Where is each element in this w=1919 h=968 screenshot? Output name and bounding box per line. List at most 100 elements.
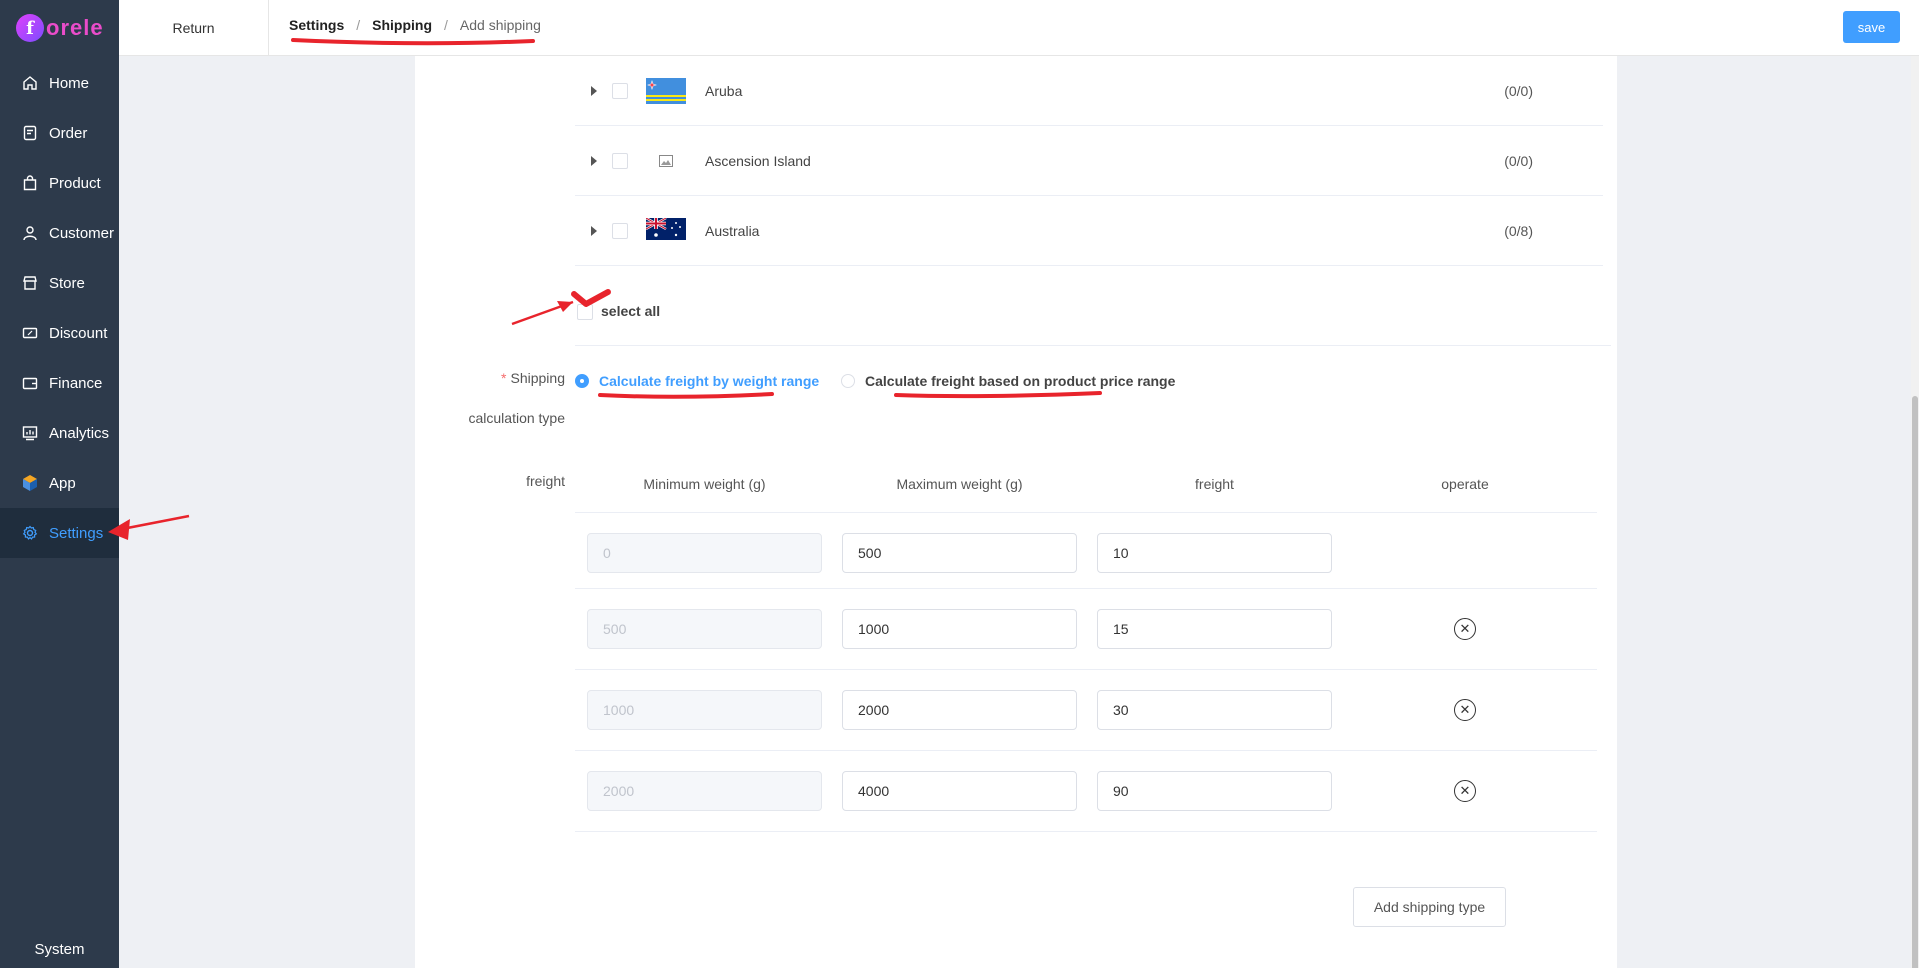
country-row: Australia (0/8): [575, 196, 1603, 266]
sidebar-item-product[interactable]: Product: [0, 158, 119, 208]
country-row: Ascension Island (0/0): [575, 126, 1603, 196]
breadcrumb: Settings / Shipping / Add shipping: [289, 17, 541, 33]
max-weight-input[interactable]: 1000: [842, 609, 1077, 649]
return-button[interactable]: Return: [119, 0, 269, 56]
main-panel: Aruba (0/0) Ascension Island (0/0) Austr…: [415, 56, 1617, 968]
select-all-checkbox[interactable]: [577, 304, 593, 320]
breadcrumb-settings[interactable]: Settings: [289, 17, 344, 33]
breadcrumb-current: Add shipping: [459, 17, 541, 33]
sidebar-item-label: App: [49, 474, 76, 492]
sidebar-item-settings[interactable]: Settings: [0, 508, 119, 558]
sidebar-item-label: Analytics: [49, 424, 110, 442]
column-freight: freight: [1195, 476, 1234, 492]
sidebar-item-discount[interactable]: Discount: [0, 308, 119, 358]
required-mark: *: [501, 370, 507, 386]
shipping-calc-label-line1: Shipping: [510, 370, 566, 386]
sidebar-nav: Home Order Product Customer Store Discou…: [0, 58, 119, 558]
min-weight-input: 500: [587, 609, 822, 649]
freight-input[interactable]: 30: [1097, 690, 1332, 730]
logo-text: orele: [46, 15, 104, 40]
shipping-calc-label: * Shipping: [415, 370, 565, 386]
freight-label: freight: [526, 473, 565, 489]
country-row: Aruba (0/0): [575, 56, 1603, 126]
sidebar-item-analytics[interactable]: Analytics: [0, 408, 119, 458]
max-weight-input[interactable]: 500: [842, 533, 1077, 573]
country-count: (0/0): [1504, 82, 1533, 99]
order-icon: [20, 123, 40, 143]
sidebar-item-label: Settings: [49, 524, 104, 542]
country-name: Ascension Island: [705, 152, 811, 169]
country-count: (0/8): [1504, 222, 1533, 239]
row-divider: [575, 669, 1597, 670]
country-checkbox[interactable]: [612, 82, 628, 99]
logo-mark: f: [16, 14, 44, 42]
sidebar-item-label: Finance: [49, 374, 103, 392]
expand-arrow-icon[interactable]: [591, 225, 597, 236]
sidebar-item-label: Discount: [49, 324, 108, 342]
australia-flag: [645, 216, 686, 244]
country-checkbox[interactable]: [612, 222, 628, 239]
freight-input[interactable]: 10: [1097, 533, 1332, 573]
scrollbar-thumb[interactable]: [1912, 396, 1918, 968]
delete-row-icon[interactable]: ✕: [1454, 618, 1476, 640]
page-scrollbar[interactable]: [1911, 56, 1919, 968]
sidebar-item-customer[interactable]: Customer: [0, 208, 119, 258]
app-logo[interactable]: f orele: [0, 0, 119, 56]
row-divider: [575, 831, 1597, 832]
breadcrumb-separator: /: [444, 17, 448, 33]
expand-arrow-icon[interactable]: [591, 85, 597, 96]
min-weight-input: 0: [587, 533, 822, 573]
add-shipping-type-button[interactable]: Add shipping type: [1353, 887, 1506, 927]
expand-arrow-icon[interactable]: [591, 155, 597, 166]
radio-label: Calculate freight based on product price…: [865, 373, 1176, 389]
min-weight-input: 2000: [587, 771, 822, 811]
sidebar-item-label: Order: [49, 124, 88, 142]
finance-wallet-icon: [20, 373, 40, 393]
sidebar-item-label: Home: [49, 74, 90, 92]
radio-label: Calculate freight by weight range: [599, 373, 820, 389]
radio-price-range[interactable]: Calculate freight based on product price…: [841, 373, 1175, 389]
table-header-divider: [575, 512, 1597, 513]
row-divider: [575, 588, 1597, 589]
delete-row-icon[interactable]: ✕: [1454, 699, 1476, 721]
max-weight-input[interactable]: 2000: [842, 690, 1077, 730]
min-weight-input: 1000: [587, 690, 822, 730]
sidebar-item-home[interactable]: Home: [0, 58, 119, 108]
delete-row-icon[interactable]: ✕: [1454, 780, 1476, 802]
image-placeholder-icon: [646, 148, 686, 174]
save-button[interactable]: save: [1843, 11, 1900, 43]
sidebar-item-label: Product: [49, 174, 101, 192]
sidebar-item-finance[interactable]: Finance: [0, 358, 119, 408]
sidebar-item-label: Store: [49, 274, 85, 292]
analytics-chart-icon: [20, 423, 40, 443]
country-name: Australia: [705, 222, 760, 239]
freight-input[interactable]: 90: [1097, 771, 1332, 811]
column-min-weight: Minimum weight (g): [643, 476, 766, 492]
sidebar-item-store[interactable]: Store: [0, 258, 119, 308]
select-all-row: select all: [575, 290, 1611, 346]
sidebar-system-link[interactable]: System: [0, 941, 119, 958]
country-count: (0/0): [1504, 152, 1533, 169]
max-weight-input[interactable]: 4000: [842, 771, 1077, 811]
shipping-calc-label-line2: calculation type: [468, 410, 565, 426]
sidebar-item-label: Customer: [49, 224, 115, 242]
freight-input[interactable]: 15: [1097, 609, 1332, 649]
customer-user-icon: [20, 223, 40, 243]
country-name: Aruba: [705, 82, 743, 99]
radio-dot: [841, 374, 855, 388]
settings-gear-icon: [20, 523, 40, 543]
aruba-flag: [646, 77, 686, 104]
home-icon: [20, 73, 40, 93]
breadcrumb-shipping[interactable]: Shipping: [372, 17, 432, 33]
sidebar-item-order[interactable]: Order: [0, 108, 119, 158]
select-all-label[interactable]: select all: [601, 303, 660, 319]
breadcrumb-separator: /: [356, 17, 361, 33]
radio-weight-range[interactable]: Calculate freight by weight range: [575, 373, 819, 389]
column-max-weight: Maximum weight (g): [896, 476, 1023, 492]
country-checkbox[interactable]: [612, 152, 628, 169]
store-icon: [20, 273, 40, 293]
discount-ticket-icon: [20, 323, 40, 343]
column-operate: operate: [1441, 476, 1489, 492]
top-bar: Return Settings / Shipping / Add shipping sa…: [119, 0, 1919, 56]
sidebar-item-app[interactable]: App: [0, 458, 119, 508]
